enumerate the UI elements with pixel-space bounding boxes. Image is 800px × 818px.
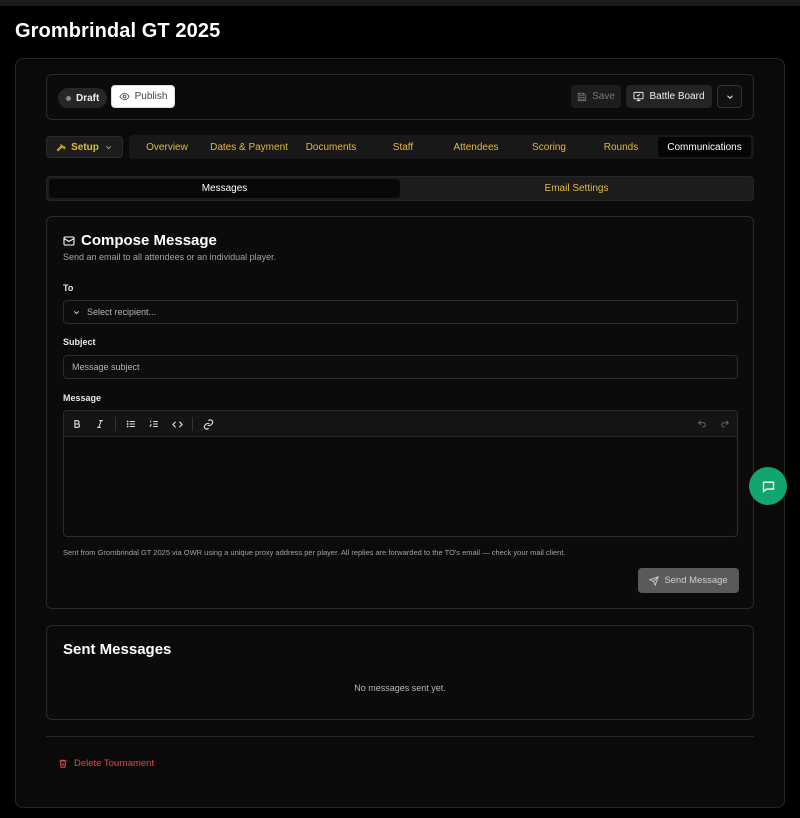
- subject-placeholder: Message subject: [72, 362, 140, 372]
- delete-tournament-button[interactable]: Delete Tournament: [58, 758, 154, 769]
- code-icon[interactable]: [170, 417, 184, 431]
- tab-dates-payment[interactable]: Dates & Payment: [204, 137, 294, 157]
- window-top-strip: [0, 0, 800, 6]
- toolbar-divider: [192, 417, 193, 431]
- recipient-chevron-icon: [72, 308, 81, 317]
- message-label: Message: [63, 393, 102, 403]
- send-message-label: Send Message: [664, 575, 728, 586]
- tab-attendees[interactable]: Attendees: [440, 137, 512, 157]
- status-badge: Draft: [58, 88, 108, 108]
- sent-messages-card: Sent Messages No messages sent yet.: [46, 625, 754, 720]
- subject-label: Subject: [63, 337, 96, 347]
- save-label: Save: [592, 91, 615, 102]
- subject-input[interactable]: Message subject: [63, 355, 738, 379]
- save-icon: [577, 92, 587, 102]
- numbered-list-icon[interactable]: [147, 417, 161, 431]
- undo-icon[interactable]: [695, 417, 709, 431]
- compose-title: Compose Message: [81, 232, 217, 249]
- status-badge-label: Draft: [76, 92, 100, 104]
- status-dot: [66, 95, 71, 101]
- helper-text: Sent from Grombrindal GT 2025 via OWR us…: [63, 548, 566, 557]
- mail-icon: [63, 235, 75, 247]
- toolbar-divider: [115, 417, 116, 431]
- battle-board-label: Battle Board: [649, 91, 705, 102]
- wrench-icon: [56, 142, 66, 152]
- subtab-messages[interactable]: Messages: [49, 179, 400, 198]
- publish-button[interactable]: Publish: [111, 85, 175, 108]
- tab-documents[interactable]: Documents: [296, 137, 366, 157]
- tab-bar: Overview Dates & Payment Documents Staff…: [129, 135, 754, 159]
- more-options-button[interactable]: [717, 85, 742, 108]
- message-editor[interactable]: [63, 410, 738, 537]
- trash-icon: [58, 758, 68, 769]
- chat-button[interactable]: [749, 467, 787, 505]
- eye-icon: [118, 91, 130, 102]
- editor-toolbar: [64, 411, 737, 437]
- recipient-select[interactable]: Select recipient...: [63, 300, 738, 324]
- tab-rounds[interactable]: Rounds: [586, 137, 656, 157]
- chat-icon: [761, 479, 776, 494]
- italic-icon[interactable]: [93, 417, 107, 431]
- setup-dropdown[interactable]: Setup: [46, 136, 123, 158]
- sent-empty-state: No messages sent yet.: [354, 683, 446, 693]
- sent-messages-title: Sent Messages: [63, 641, 172, 658]
- section-divider: [46, 736, 754, 737]
- compose-subtitle: Send an email to all attendees or an ind…: [63, 252, 277, 262]
- subtab-email-settings[interactable]: Email Settings: [402, 179, 751, 198]
- compose-card: Compose Message Send an email to all att…: [46, 216, 754, 609]
- tournament-panel: Draft Publish Save Battle Board Setup Ov…: [15, 58, 785, 808]
- publish-label: Publish: [134, 91, 168, 102]
- tab-overview[interactable]: Overview: [132, 137, 202, 157]
- page-title: Grombrindal GT 2025: [15, 20, 221, 42]
- recipient-placeholder: Select recipient...: [87, 307, 157, 317]
- link-icon[interactable]: [201, 417, 215, 431]
- bold-icon[interactable]: [70, 417, 84, 431]
- bullet-list-icon[interactable]: [124, 417, 138, 431]
- compose-heading: Compose Message: [63, 232, 217, 249]
- chevron-down-icon: [725, 92, 735, 102]
- tab-staff[interactable]: Staff: [368, 137, 438, 157]
- send-icon: [649, 575, 660, 586]
- to-label: To: [63, 283, 74, 293]
- send-message-button[interactable]: Send Message: [638, 568, 739, 593]
- action-bar: Draft Publish Save Battle Board: [46, 74, 754, 120]
- setup-label: Setup: [71, 141, 99, 153]
- delete-tournament-label: Delete Tournament: [74, 758, 155, 769]
- battle-board-button[interactable]: Battle Board: [626, 85, 712, 108]
- save-button[interactable]: Save: [571, 85, 621, 108]
- tab-communications[interactable]: Communications: [658, 137, 751, 157]
- monitor-icon: [633, 91, 645, 102]
- tab-scoring[interactable]: Scoring: [514, 137, 584, 157]
- redo-icon[interactable]: [718, 417, 732, 431]
- sub-tab-bar: Messages Email Settings: [46, 176, 754, 201]
- setup-chevron-icon: [104, 143, 113, 152]
